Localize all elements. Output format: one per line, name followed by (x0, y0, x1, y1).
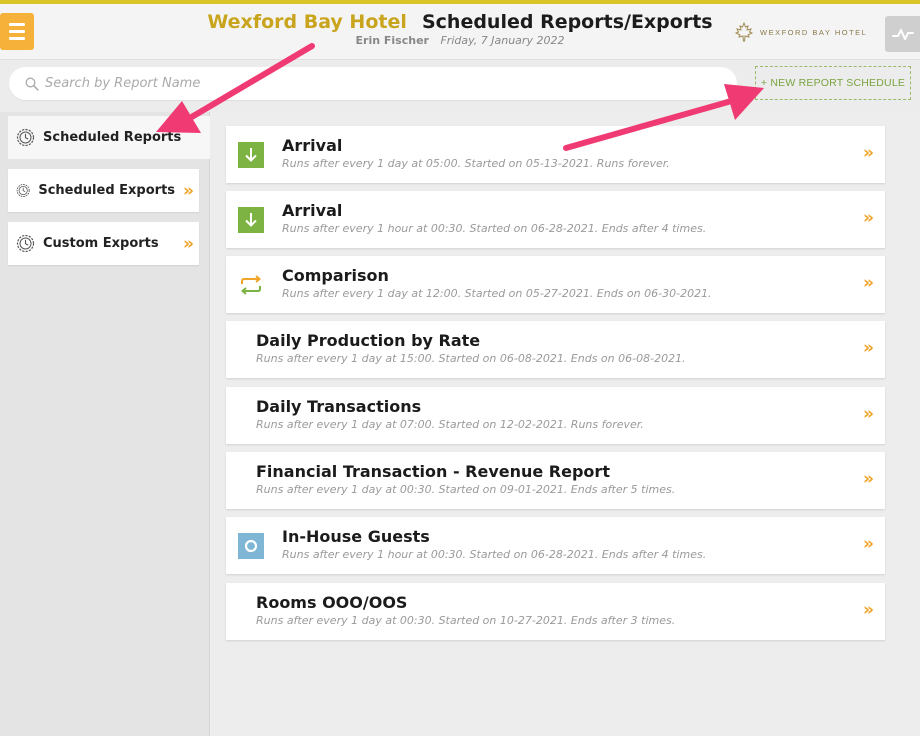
chevron-right-double-icon: » (863, 338, 874, 358)
maple-leaf-icon (734, 22, 754, 42)
report-row[interactable]: Daily Production by Rate Runs after ever… (226, 321, 885, 378)
clock-icon (16, 128, 35, 147)
chevron-right-double-icon: » (863, 534, 874, 554)
chevron-right-double-icon: » (863, 469, 874, 489)
user-name: Erin Fischer (355, 34, 429, 47)
report-row[interactable]: Arrival Runs after every 1 day at 05:00.… (226, 126, 885, 183)
report-description: Runs after every 1 day at 05:00. Started… (282, 157, 670, 170)
chevron-right-double-icon: » (863, 404, 874, 424)
report-row[interactable]: In-House Guests Runs after every 1 hour … (226, 517, 885, 574)
report-name: Comparison (282, 266, 389, 285)
chevron-right-double-icon: » (183, 180, 194, 201)
clock-icon (16, 184, 30, 197)
report-row[interactable]: Comparison Runs after every 1 day at 12:… (226, 256, 885, 313)
sidebar-item-label: Scheduled Reports (43, 130, 182, 145)
report-description: Runs after every 1 day at 07:00. Started… (256, 418, 644, 431)
chevron-right-double-icon: » (863, 600, 874, 620)
search-input[interactable] (45, 76, 705, 91)
sidebar-item-label: Custom Exports (43, 236, 159, 251)
report-row[interactable]: Daily Transactions Runs after every 1 da… (226, 387, 885, 444)
clock-icon (16, 234, 35, 253)
chevron-right-double-icon: » (863, 273, 874, 293)
report-description: Runs after every 1 hour at 00:30. Starte… (282, 548, 707, 561)
hotel-name: Wexford Bay Hotel (207, 11, 407, 33)
header-bar: Wexford Bay Hotel Scheduled Reports/Expo… (0, 4, 920, 60)
chevron-right-double-icon: » (863, 208, 874, 228)
search-icon (25, 77, 39, 91)
report-description: Runs after every 1 day at 00:30. Started… (256, 614, 676, 627)
report-description: Runs after every 1 day at 15:00. Started… (256, 352, 686, 365)
pulse-chart-icon (891, 29, 914, 40)
report-row[interactable]: Financial Transaction - Revenue Report R… (226, 452, 885, 509)
sidebar-item-custom-exports[interactable]: Custom Exports » (8, 222, 199, 265)
report-row[interactable]: Rooms OOO/OOS Runs after every 1 day at … (226, 583, 885, 640)
sidebar-item-scheduled-exports[interactable]: Scheduled Exports » (8, 169, 199, 212)
report-name: In-House Guests (282, 527, 430, 546)
report-name: Rooms OOO/OOS (256, 593, 408, 612)
report-row[interactable]: Arrival Runs after every 1 hour at 00:30… (226, 191, 885, 248)
download-arrow-icon (238, 142, 264, 168)
new-report-schedule-button[interactable]: + NEW REPORT SCHEDULE (755, 66, 911, 100)
report-description: Runs after every 1 day at 00:30. Started… (256, 483, 676, 496)
report-name: Daily Production by Rate (256, 331, 481, 350)
page-title: Scheduled Reports/Exports (421, 11, 713, 33)
hotel-logo: WEXFORD BAY HOTEL (734, 22, 867, 42)
sidebar-item-label: Scheduled Exports (38, 183, 176, 198)
report-description: Runs after every 1 day at 12:00. Started… (282, 287, 712, 300)
report-name: Arrival (282, 136, 343, 155)
report-name: Financial Transaction - Revenue Report (256, 462, 610, 481)
report-description: Runs after every 1 hour at 00:30. Starte… (282, 222, 707, 235)
business-date: Friday, 7 January 2022 (440, 34, 565, 47)
analytics-button[interactable] (885, 16, 920, 52)
sidebar-item-scheduled-reports[interactable]: Scheduled Reports (8, 116, 210, 159)
compare-arrows-icon (240, 275, 262, 295)
chevron-right-double-icon: » (183, 233, 194, 254)
chevron-right-double-icon: » (863, 143, 874, 163)
logo-text: WEXFORD BAY HOTEL (760, 27, 868, 37)
report-name: Arrival (282, 201, 343, 220)
download-arrow-icon (238, 207, 264, 233)
circle-status-icon (238, 533, 264, 559)
report-name: Daily Transactions (256, 397, 422, 416)
search-bar (9, 67, 737, 100)
